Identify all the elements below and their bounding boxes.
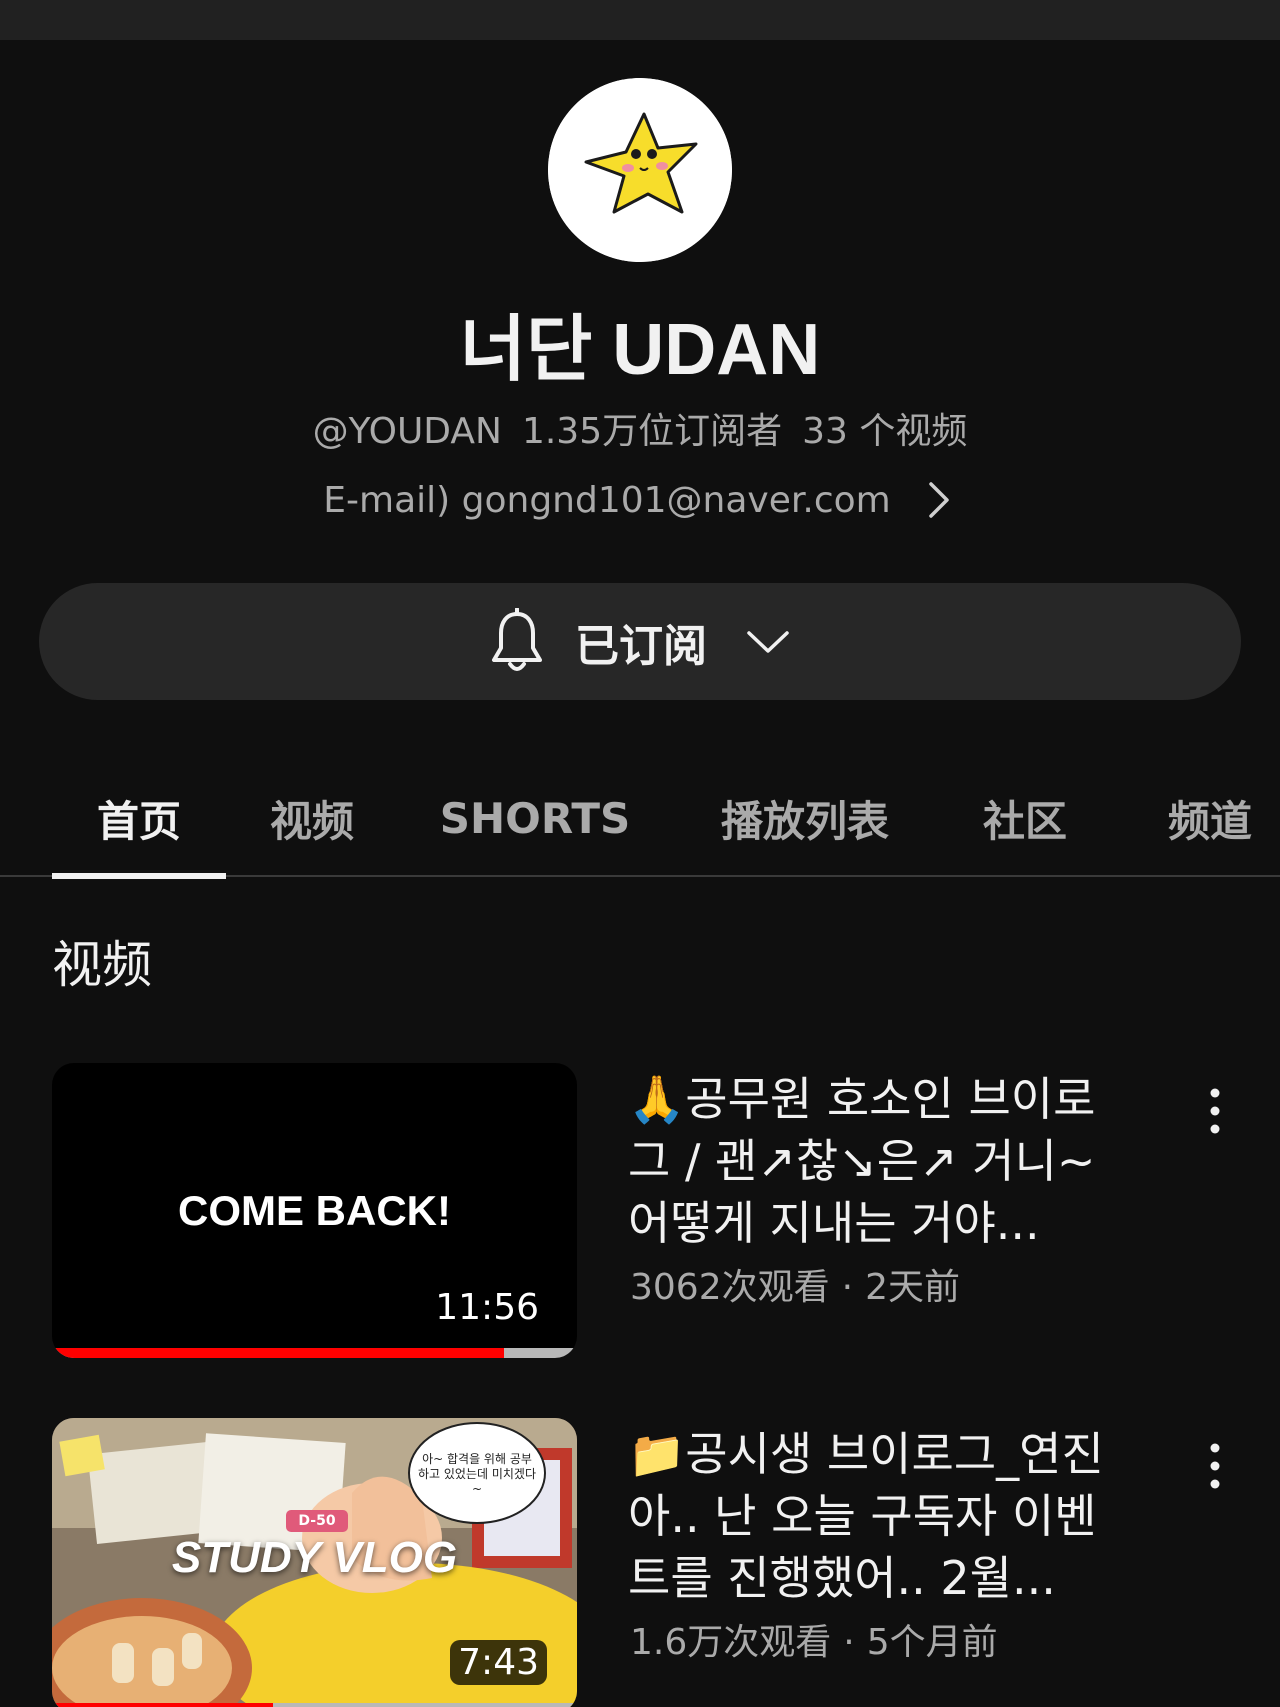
channel-avatar[interactable] — [548, 78, 732, 262]
tab-home[interactable]: 首页 — [52, 760, 226, 879]
subscribed-button[interactable]: 已订阅 — [39, 583, 1241, 700]
view-count: 1.6万次观看 — [630, 1622, 832, 1663]
more-vert-icon[interactable] — [1195, 1081, 1235, 1141]
star-mascot-icon — [548, 78, 732, 262]
channel-description-link[interactable]: E-mail) gongnd101@naver.com — [0, 476, 1280, 524]
watch-progress-bar — [52, 1703, 577, 1707]
channel-tabs: 首页 视频 SHORTS 播放列表 社区 频道 — [0, 760, 1280, 879]
watch-progress-fill — [52, 1703, 273, 1707]
tab-videos[interactable]: 视频 — [252, 760, 372, 877]
watch-progress-fill — [52, 1348, 504, 1358]
channel-description: E-mail) gongnd101@naver.com — [323, 479, 891, 521]
section-title: 视频 — [52, 936, 152, 994]
watch-progress-bar — [52, 1348, 577, 1358]
video-meta: 1.6万次观看 · 5个月前 — [630, 1622, 998, 1663]
channel-stats: @YOUDAN 1.35万位订阅者 33 个视频 — [0, 402, 1280, 454]
tab-shorts[interactable]: SHORTS — [430, 760, 640, 877]
thumbnail-speech-bubble: 아~ 합격을 위해 공부하고 있었는데 미치겠다~ — [417, 1451, 537, 1496]
top-status-bar — [0, 0, 1280, 40]
subscriber-count: 1.35万位订阅者 — [521, 411, 783, 452]
video-count: 33 个视频 — [802, 411, 968, 452]
channel-name: 너단 UDAN — [459, 310, 821, 390]
tab-channels[interactable]: 频道 — [1145, 760, 1275, 877]
video-thumbnail[interactable]: D-50 아~ 합격을 위해 공부하고 있었는데 미치겠다~ STUDY VLO… — [52, 1418, 577, 1707]
video-list-item[interactable]: D-50 아~ 합격을 위해 공부하고 있었는데 미치겠다~ STUDY VLO… — [0, 1418, 1280, 1707]
video-thumbnail[interactable]: COME BACK! 11:56 — [52, 1063, 577, 1358]
upload-age: 5个月前 — [866, 1622, 998, 1663]
video-title[interactable]: 🙏공무원 호소인 브이로그 / 괜↗찮↘은↗ 거니~ 어떻게 지내는 거야... — [628, 1068, 1128, 1254]
thumbnail-text: STUDY VLOG — [171, 1533, 458, 1582]
video-title[interactable]: 📁공시생 브이로그_연진아.. 난 오늘 구독자 이벤트를 진행했어.. 2월.… — [628, 1423, 1128, 1609]
bell-icon — [492, 607, 542, 671]
video-duration: 7:43 — [450, 1640, 547, 1685]
video-duration: 11:56 — [427, 1285, 547, 1330]
more-vert-icon[interactable] — [1195, 1436, 1235, 1496]
upload-age: 2天前 — [865, 1267, 960, 1308]
video-meta: 3062次观看 · 2天前 — [630, 1267, 960, 1308]
channel-handle: @YOUDAN — [312, 411, 502, 452]
tab-playlists[interactable]: 播放列表 — [700, 760, 910, 877]
chevron-down-icon — [747, 630, 789, 653]
subscribed-label: 已订阅 — [575, 620, 707, 672]
video-list-item[interactable]: COME BACK! 11:56 🙏공무원 호소인 브이로그 / 괜↗찮↘은↗ … — [0, 1063, 1280, 1358]
chevron-right-icon — [928, 482, 949, 518]
tab-community[interactable]: 社区 — [965, 760, 1085, 877]
view-count: 3062次观看 — [630, 1267, 830, 1308]
